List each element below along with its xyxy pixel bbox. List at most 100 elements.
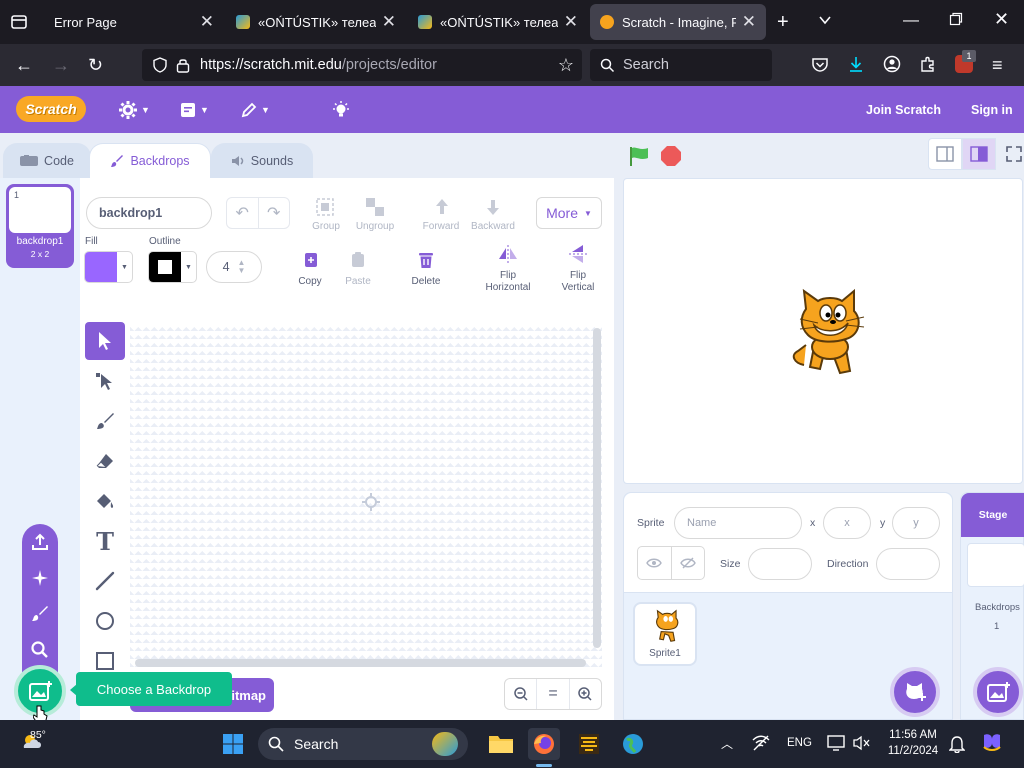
extensions-icon[interactable] (919, 55, 937, 73)
chevron-up-icon[interactable]: ︿ (721, 735, 733, 752)
outline-width-stepper[interactable]: 4 ▲ ▼ (206, 251, 262, 283)
y-input[interactable]: y (892, 507, 940, 539)
bookmark-star-icon[interactable]: ☆ (558, 55, 574, 76)
tab-code[interactable]: Code (3, 143, 91, 178)
paint-canvas[interactable] (130, 323, 602, 669)
edit-menu[interactable]: ▼ (240, 86, 270, 133)
minimize-icon[interactable]: — (903, 12, 919, 30)
line-tool[interactable] (85, 562, 125, 600)
new-tab-icon[interactable]: + (777, 11, 789, 34)
close-tab-icon[interactable]: ✕ (200, 12, 214, 32)
pocket-icon[interactable] (811, 56, 829, 74)
close-tab-icon[interactable]: ✕ (382, 12, 396, 32)
account-icon[interactable] (883, 55, 901, 73)
browser-search-input[interactable]: Search (590, 49, 772, 81)
select-tool[interactable] (85, 322, 125, 360)
lock-icon[interactable] (176, 57, 190, 73)
surprise-sparkle-icon[interactable] (30, 568, 50, 588)
upload-icon[interactable] (30, 532, 50, 552)
forward-icon[interactable] (431, 196, 453, 218)
tab-sounds[interactable]: Sounds (211, 143, 313, 178)
stage-canvas[interactable] (623, 178, 1023, 484)
browser-tab-error[interactable]: Error Page ✕ (44, 4, 224, 40)
language-indicator[interactable]: ENG (787, 737, 812, 749)
small-stage-button[interactable] (928, 138, 962, 170)
show-eye-icon[interactable] (638, 547, 672, 579)
fill-tool[interactable] (85, 482, 125, 520)
more-button[interactable]: More ▼ (536, 197, 602, 229)
settings-menu[interactable]: ▼ (118, 86, 150, 133)
backward-icon[interactable] (482, 196, 504, 218)
paste-icon[interactable] (348, 250, 368, 270)
search-icon[interactable] (30, 640, 50, 660)
sprite-thumbnail[interactable]: Sprite1 (633, 602, 697, 666)
copilot-icon[interactable] (980, 731, 1004, 755)
scratch-logo[interactable]: Scratch (16, 96, 86, 122)
stop-sign-icon[interactable] (660, 145, 682, 167)
zoom-reset-icon[interactable]: = (537, 679, 570, 709)
display-icon[interactable] (827, 735, 845, 751)
group-icon[interactable] (314, 196, 336, 218)
reload-icon[interactable]: ↻ (88, 55, 103, 76)
taskbar-search-box[interactable]: Search (258, 728, 468, 760)
stage-backdrop-preview[interactable] (967, 543, 1024, 587)
zoom-out-icon[interactable] (505, 679, 538, 709)
close-tab-icon[interactable]: ✕ (564, 12, 578, 32)
download-icon[interactable] (847, 55, 865, 73)
canvas-horizontal-scrollbar[interactable] (135, 659, 586, 667)
browser-tab-ontustik-1[interactable]: «OŃTÚSTIK» телеарна ✕ (226, 4, 406, 40)
eraser-tool[interactable] (85, 442, 125, 480)
sprite-cat-icon[interactable] (784, 287, 870, 377)
ungroup-icon[interactable] (364, 196, 386, 218)
backdrop-thumbnail-selected[interactable]: 1 backdrop1 2 x 2 (6, 184, 74, 268)
copy-icon[interactable] (301, 250, 321, 270)
circle-tool[interactable] (85, 602, 125, 640)
direction-input[interactable] (876, 548, 940, 580)
file-menu[interactable]: ▼ (179, 86, 209, 133)
chevron-down-icon[interactable] (818, 13, 832, 27)
sprite-name-input[interactable]: Name (674, 507, 802, 539)
game-app-icon[interactable] (573, 728, 605, 760)
file-explorer-icon[interactable] (485, 728, 517, 760)
flip-vertical-icon[interactable] (569, 244, 587, 264)
fullscreen-icon[interactable] (1006, 146, 1022, 162)
undo-icon[interactable]: ↶ (227, 198, 259, 228)
close-tab-icon[interactable]: ✕ (742, 12, 756, 32)
reshape-tool[interactable] (85, 362, 125, 400)
notification-bell-icon[interactable] (949, 735, 965, 753)
tutorials-lightbulb-icon[interactable] (331, 86, 351, 133)
sign-in-link[interactable]: Sign in (971, 86, 1013, 133)
trash-icon[interactable] (416, 250, 436, 270)
url-bar[interactable]: https://scratch.mit.edu /projects/editor… (142, 49, 582, 81)
firefox-taskbar-icon[interactable] (528, 728, 560, 760)
x-input[interactable]: x (823, 507, 871, 539)
hide-eye-icon[interactable] (672, 547, 705, 579)
zoom-in-icon[interactable] (570, 679, 601, 709)
choose-stage-backdrop-button[interactable] (973, 667, 1023, 717)
windows-start-icon[interactable] (217, 728, 249, 760)
hamburger-menu-icon[interactable]: ≡ (992, 55, 1003, 76)
size-input[interactable] (748, 548, 812, 580)
text-tool[interactable]: T (85, 522, 125, 560)
choose-sprite-button[interactable] (890, 667, 940, 717)
fill-color-picker[interactable]: ▼ (84, 251, 133, 283)
outline-color-picker[interactable]: ▼ (148, 251, 197, 283)
speaker-muted-icon[interactable] (853, 735, 871, 751)
back-arrow-icon[interactable]: ← (15, 55, 33, 76)
clock-date[interactable]: 11/2/2024 (887, 745, 939, 757)
redo-icon[interactable]: ↷ (259, 198, 290, 228)
tab-backdrops[interactable]: Backdrops (89, 143, 211, 178)
join-scratch-link[interactable]: Join Scratch (866, 86, 941, 133)
browser-tab-scratch[interactable]: Scratch - Imagine, Prog ✕ (590, 4, 766, 40)
close-window-icon[interactable]: ✕ (994, 9, 1009, 30)
shield-icon[interactable] (152, 57, 168, 73)
globe-app-icon[interactable] (617, 728, 649, 760)
brush-tool[interactable] (85, 402, 125, 440)
canvas-vertical-scrollbar[interactable] (593, 328, 601, 648)
green-flag-icon[interactable] (628, 145, 650, 167)
clock-time[interactable]: 11:56 AM (887, 729, 939, 741)
browser-tab-ontustik-2[interactable]: «OŃTÚSTIK» телеарна ✕ (408, 4, 588, 40)
network-disconnected-icon[interactable] (752, 735, 770, 751)
forward-arrow-icon[interactable]: → (52, 55, 70, 76)
stepper-arrows-icon[interactable]: ▲ ▼ (238, 259, 246, 275)
